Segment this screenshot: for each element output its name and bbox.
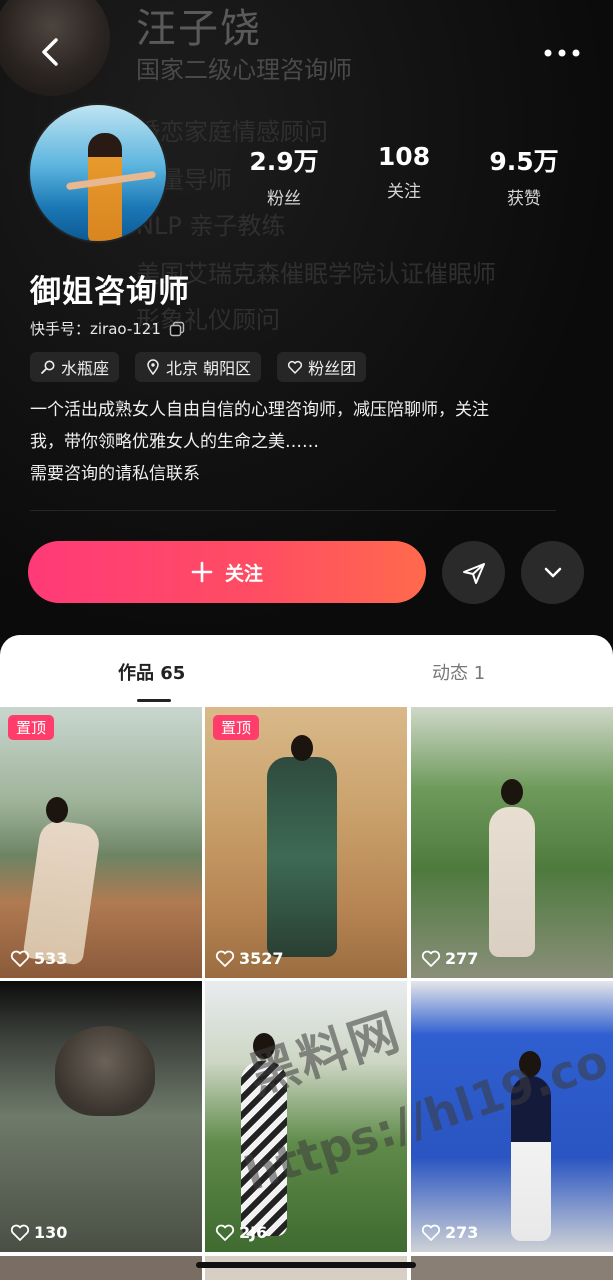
heart-outline-icon	[215, 1224, 235, 1241]
likes-count: 277	[421, 949, 478, 968]
tag-label: 北京 朝阳区	[166, 359, 252, 378]
expand-button[interactable]	[521, 541, 584, 604]
work-item[interactable]: 2J6	[205, 981, 407, 1252]
bio-line: 一个活出成熟女人自由自信的心理咨询师，减压陪聊师，关注	[30, 400, 489, 420]
work-item[interactable]: 277	[411, 707, 613, 978]
stat-following[interactable]: 108 关注	[349, 142, 459, 202]
thumbnail-head	[291, 735, 313, 761]
avatar-figure	[88, 133, 122, 241]
bio-line: 我，带你领略优雅女人的生命之美……	[30, 432, 319, 452]
tag-constellation[interactable]: 水瓶座	[30, 352, 120, 382]
more-options-button[interactable]	[540, 40, 584, 66]
stat-label: 获赞	[507, 189, 541, 209]
message-button[interactable]	[442, 541, 505, 604]
work-item[interactable]: 273	[411, 981, 613, 1252]
likes-value: 2J6	[239, 1223, 268, 1242]
profile-avatar[interactable]	[28, 103, 168, 243]
work-item[interactable]: 置顶 533	[0, 707, 202, 978]
background-subtitle: 国家二级心理咨询师	[136, 56, 352, 84]
location-icon	[147, 359, 159, 375]
stat-label: 粉丝	[267, 189, 301, 209]
likes-value: 533	[34, 949, 68, 968]
chevron-down-icon	[544, 567, 561, 577]
likes-value: 273	[445, 1223, 479, 1242]
tab-indicator	[137, 699, 171, 702]
content-sheet: 作品 65 动态 1 置顶 533 置顶 3527 277 130 2J6 27…	[0, 635, 613, 1280]
likes-value: 130	[34, 1223, 68, 1242]
kuaishou-id: 快手号：zirao-121	[30, 318, 185, 339]
work-thumbnail	[205, 981, 407, 1252]
tag-fan-club[interactable]: 粉丝团	[277, 352, 367, 382]
work-item-peek	[411, 1256, 613, 1280]
heart-outline-icon	[10, 1224, 30, 1241]
profile-bio: 一个活出成熟女人自由自信的心理咨询师，减压陪聊师，关注 我，带你领略优雅女人的生…	[30, 394, 570, 490]
kuaishou-id-text: 快手号：zirao-121	[30, 320, 161, 338]
search-icon	[41, 360, 55, 374]
stat-likes[interactable]: 9.5万 获赞	[469, 142, 579, 209]
heart-outline-icon	[288, 360, 303, 374]
more-dots-icon	[544, 49, 580, 57]
tag-label: 粉丝团	[308, 359, 357, 378]
tab-works[interactable]: 作品 65	[118, 659, 185, 685]
home-indicator	[196, 1262, 416, 1268]
stat-value: 108	[377, 142, 431, 171]
likes-count: 3527	[215, 949, 284, 968]
work-item-peek	[205, 1256, 407, 1280]
heart-outline-icon	[10, 950, 30, 967]
likes-count: 273	[421, 1223, 478, 1242]
plus-icon	[191, 561, 213, 583]
profile-tags: 水瓶座 北京 朝阳区 粉丝团	[30, 352, 367, 382]
likes-count: 2J6	[215, 1223, 267, 1242]
work-item[interactable]: 130	[0, 981, 202, 1252]
likes-count: 533	[10, 949, 67, 968]
stat-value: 2.9万	[249, 147, 319, 176]
divider	[30, 510, 556, 511]
thumbnail-head	[519, 1051, 541, 1077]
pinned-badge: 置顶	[213, 715, 260, 740]
tag-location[interactable]: 北京 朝阳区	[135, 352, 262, 382]
stat-fans[interactable]: 2.9万 粉丝	[229, 142, 339, 209]
send-icon	[462, 562, 485, 584]
tag-label: 水瓶座	[61, 359, 110, 378]
background-line: 美国艾瑞克森催眠学院认证催眠师	[136, 260, 496, 288]
work-item-peek	[0, 1256, 202, 1280]
thumbnail-figure	[489, 807, 535, 957]
tab-dynamic[interactable]: 动态 1	[432, 659, 485, 685]
work-thumbnail	[0, 981, 202, 1252]
bio-line: 需要咨询的请私信联系	[30, 464, 200, 484]
follow-button[interactable]: 关注	[28, 541, 426, 603]
profile-title: 御姐咨询师	[30, 274, 190, 310]
thumbnail-head	[46, 797, 68, 823]
work-item[interactable]: 置顶 3527	[205, 707, 407, 978]
back-button[interactable]	[30, 32, 70, 72]
thumbnail-raccoon	[55, 1026, 155, 1116]
thumbnail-figure	[241, 1061, 287, 1236]
heart-outline-icon	[215, 950, 235, 967]
thumbnail-head	[253, 1033, 275, 1059]
copy-icon[interactable]	[169, 321, 185, 337]
thumbnail-figure	[267, 757, 337, 957]
chevron-left-icon	[42, 38, 58, 66]
likes-value: 3527	[239, 949, 284, 968]
follow-label: 关注	[224, 562, 263, 585]
background-line: NLP 亲子教练	[136, 212, 286, 240]
thumbnail-figure	[511, 1076, 551, 1241]
background-name: 汪子饶	[136, 6, 262, 52]
likes-value: 277	[445, 949, 479, 968]
likes-count: 130	[10, 1223, 67, 1242]
pinned-badge: 置顶	[8, 715, 55, 740]
heart-outline-icon	[421, 950, 441, 967]
thumbnail-head	[501, 779, 523, 805]
heart-outline-icon	[421, 1224, 441, 1241]
stat-label: 关注	[387, 182, 421, 202]
stat-value: 9.5万	[489, 147, 559, 176]
